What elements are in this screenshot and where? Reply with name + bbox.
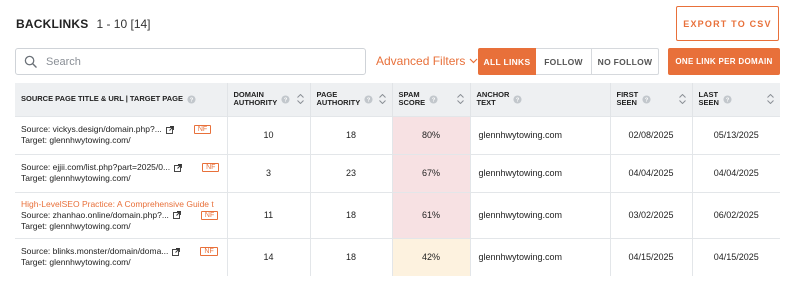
svg-text:?: ? bbox=[726, 97, 730, 103]
page-authority-cell: 18 bbox=[310, 191, 393, 238]
domain-authority-cell: 14 bbox=[227, 237, 311, 276]
svg-text:?: ? bbox=[284, 97, 288, 103]
external-link-icon[interactable] bbox=[172, 247, 181, 256]
table-row: Source: ejjii.com/list.php?part=2025/0..… bbox=[15, 153, 780, 192]
help-icon[interactable]: ? bbox=[723, 95, 732, 104]
anchor-text-cell: glennhwytowing.com bbox=[470, 115, 611, 154]
table-row: High-LevelSEO Practice: A Comprehensive … bbox=[15, 191, 780, 238]
nofollow-badge: NF bbox=[200, 247, 218, 257]
help-icon[interactable]: ? bbox=[513, 95, 522, 104]
last-seen-cell: 04/04/2025 bbox=[692, 153, 780, 192]
first-seen-cell: 02/08/2025 bbox=[610, 115, 693, 154]
sort-icon[interactable] bbox=[456, 94, 464, 105]
anchor-text-cell: glennhwytowing.com bbox=[470, 191, 611, 238]
source-url[interactable]: Source: blinks.monster/domain/doma... bbox=[21, 246, 168, 257]
page-authority-cell: 23 bbox=[310, 153, 393, 192]
col-spam-score[interactable]: SPAM SCORE ? bbox=[392, 83, 471, 116]
help-icon[interactable]: ? bbox=[364, 95, 373, 104]
source-url[interactable]: Source: zhanhao.online/domain.php?... bbox=[21, 210, 169, 221]
col-da-label-2: AUTHORITY bbox=[233, 98, 278, 108]
nofollow-badge: NF bbox=[202, 163, 220, 172]
help-icon[interactable]: ? bbox=[642, 95, 651, 104]
search-icon bbox=[24, 55, 38, 69]
sort-icon[interactable] bbox=[678, 94, 686, 105]
anchor-text-cell: glennhwytowing.com bbox=[470, 237, 611, 276]
nofollow-badge: NF bbox=[193, 125, 212, 134]
target-url: Target: glennhwytowing.com/ bbox=[21, 220, 131, 231]
first-seen-cell: 03/02/2025 bbox=[610, 191, 693, 238]
anchor-text-cell: glennhwytowing.com bbox=[470, 153, 611, 192]
source-cell: High-LevelSEO Practice: A Comprehensive … bbox=[15, 191, 228, 238]
sort-icon[interactable] bbox=[378, 94, 386, 105]
page-title: BACKLINKS bbox=[16, 17, 89, 31]
table-row: Source: vickys.design/domain.php?... NF … bbox=[15, 115, 780, 154]
domain-authority-cell: 3 bbox=[227, 153, 311, 192]
col-first-label-2: SEEN bbox=[616, 98, 637, 108]
result-range: 1 - 10 [14] bbox=[96, 17, 151, 31]
target-url: Target: glennhwytowing.com/ bbox=[21, 257, 131, 268]
col-page-authority[interactable]: PAGE AUTHORITY ? bbox=[310, 83, 393, 116]
target-url: Target: glennhwytowing.com/ bbox=[21, 173, 131, 183]
col-source-label: SOURCE PAGE TITLE & URL | TARGET PAGE bbox=[21, 93, 183, 103]
segment-follow[interactable]: FOLLOW bbox=[536, 48, 592, 75]
advanced-filters-toggle[interactable]: Advanced Filters bbox=[376, 52, 478, 70]
col-spam-label-2: SCORE bbox=[398, 98, 426, 108]
spam-score-cell: 67% bbox=[392, 153, 471, 192]
advanced-filters-label: Advanced Filters bbox=[376, 54, 466, 68]
col-anchor-text[interactable]: ANCHOR TEXT ? bbox=[470, 83, 611, 116]
domain-authority-cell: 10 bbox=[227, 115, 311, 154]
domain-authority-cell: 11 bbox=[227, 191, 311, 238]
source-page-title-link[interactable]: High-LevelSEO Practice: A Comprehensive … bbox=[21, 199, 215, 210]
last-seen-cell: 06/02/2025 bbox=[692, 191, 780, 238]
nofollow-badge: NF bbox=[200, 210, 219, 220]
last-seen-cell: 04/15/2025 bbox=[692, 237, 780, 276]
svg-text:?: ? bbox=[190, 97, 194, 103]
page-authority-cell: 18 bbox=[310, 237, 393, 276]
svg-text:?: ? bbox=[516, 97, 520, 103]
source-cell: Source: ejjii.com/list.php?part=2025/0..… bbox=[15, 153, 228, 192]
backlinks-table: SOURCE PAGE TITLE & URL | TARGET PAGE ? … bbox=[15, 83, 780, 276]
spam-score-cell: 80% bbox=[392, 115, 471, 154]
source-url[interactable]: Source: vickys.design/domain.php?... bbox=[21, 124, 162, 135]
help-icon[interactable]: ? bbox=[429, 95, 438, 104]
external-link-icon[interactable] bbox=[174, 163, 183, 172]
first-seen-cell: 04/04/2025 bbox=[610, 153, 693, 192]
svg-text:?: ? bbox=[432, 97, 436, 103]
target-url: Target: glennhwytowing.com/ bbox=[21, 135, 131, 145]
col-source[interactable]: SOURCE PAGE TITLE & URL | TARGET PAGE ? bbox=[15, 83, 228, 116]
col-last-label-2: SEEN bbox=[698, 98, 719, 108]
help-icon[interactable]: ? bbox=[187, 95, 196, 104]
last-seen-cell: 05/13/2025 bbox=[692, 115, 780, 154]
source-url[interactable]: Source: ejjii.com/list.php?part=2025/0..… bbox=[21, 162, 170, 173]
spam-score-cell: 42% bbox=[392, 237, 471, 276]
table-row: Source: blinks.monster/domain/doma... NF… bbox=[15, 237, 780, 276]
source-cell: Source: vickys.design/domain.php?... NF … bbox=[15, 115, 228, 154]
col-domain-authority[interactable]: DOMAIN AUTHORITY ? bbox=[227, 83, 311, 116]
svg-text:?: ? bbox=[645, 97, 649, 103]
backlinks-header: BACKLINKS 1 - 10 [14] bbox=[16, 14, 151, 34]
col-pa-label-2: AUTHORITY bbox=[316, 98, 361, 108]
segment-all-links[interactable]: ALL LINKS bbox=[478, 48, 536, 75]
svg-text:?: ? bbox=[367, 97, 371, 103]
search-box[interactable] bbox=[15, 48, 366, 75]
help-icon[interactable]: ? bbox=[281, 95, 290, 104]
col-last-seen[interactable]: LAST SEEN ? bbox=[692, 83, 780, 116]
one-link-per-domain-button[interactable]: ONE LINK PER DOMAIN bbox=[668, 48, 780, 75]
export-csv-button[interactable]: EXPORT TO CSV bbox=[676, 6, 779, 41]
external-link-icon[interactable] bbox=[165, 125, 174, 134]
segment-no-follow[interactable]: NO FOLLOW bbox=[591, 48, 659, 75]
external-link-icon[interactable] bbox=[172, 211, 181, 219]
search-input[interactable] bbox=[46, 55, 346, 68]
col-first-seen[interactable]: FIRST SEEN ? bbox=[610, 83, 693, 116]
first-seen-cell: 04/15/2025 bbox=[610, 237, 693, 276]
sort-icon[interactable] bbox=[296, 94, 304, 105]
page-authority-cell: 18 bbox=[310, 115, 393, 154]
table-header-row: SOURCE PAGE TITLE & URL | TARGET PAGE ? … bbox=[15, 83, 780, 116]
col-anchor-label-2: TEXT bbox=[476, 98, 496, 108]
spam-score-cell: 61% bbox=[392, 191, 471, 238]
source-cell: Source: blinks.monster/domain/doma... NF… bbox=[15, 237, 228, 276]
sort-icon[interactable] bbox=[767, 94, 774, 105]
